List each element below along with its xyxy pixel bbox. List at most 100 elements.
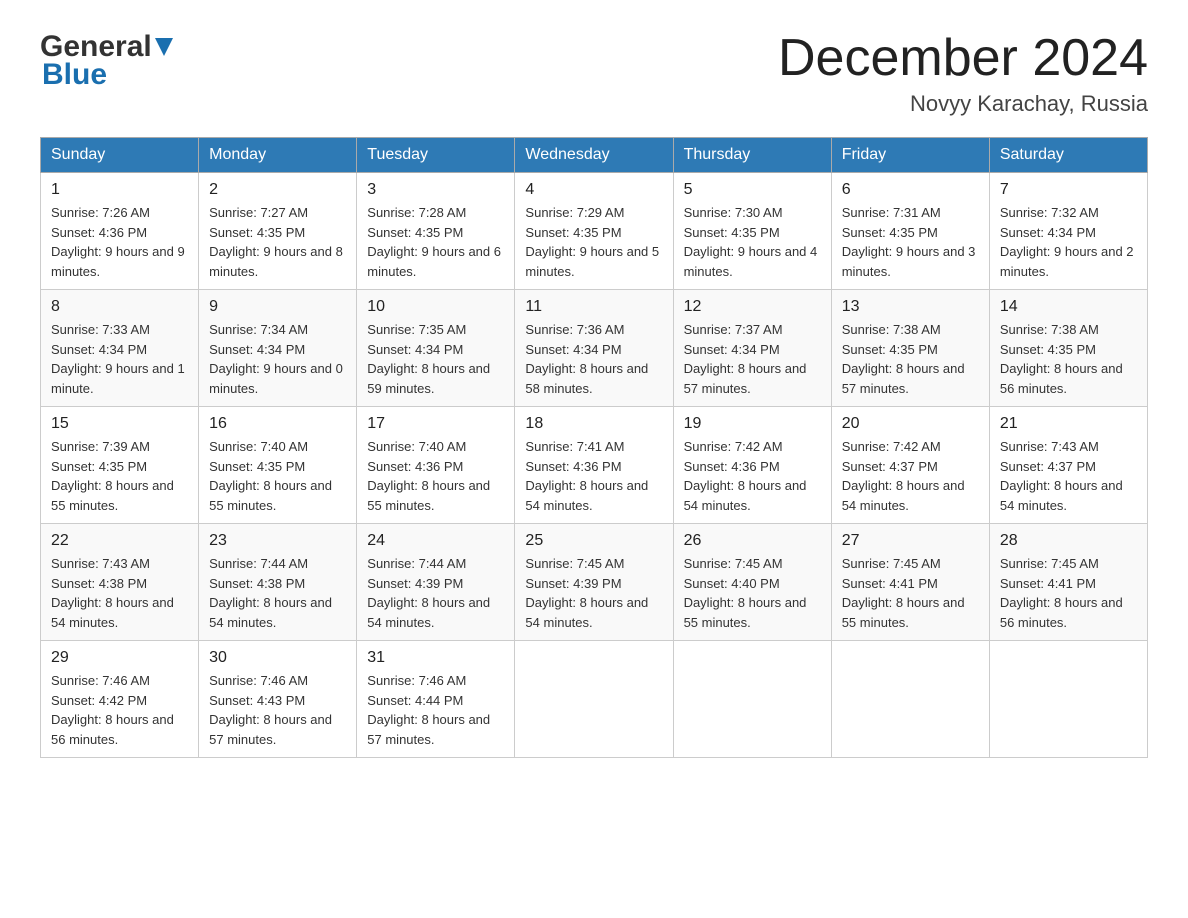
page-header: General Blue December 2024 Novyy Karacha… bbox=[40, 30, 1148, 117]
calendar-day-cell: 8 Sunrise: 7:33 AMSunset: 4:34 PMDayligh… bbox=[41, 290, 199, 407]
day-number: 27 bbox=[842, 532, 979, 550]
weekday-header-monday: Monday bbox=[199, 138, 357, 173]
day-info: Sunrise: 7:27 AMSunset: 4:35 PMDaylight:… bbox=[209, 203, 346, 281]
calendar-day-cell: 17 Sunrise: 7:40 AMSunset: 4:36 PMDaylig… bbox=[357, 407, 515, 524]
day-info: Sunrise: 7:28 AMSunset: 4:35 PMDaylight:… bbox=[367, 203, 504, 281]
calendar-day-cell: 2 Sunrise: 7:27 AMSunset: 4:35 PMDayligh… bbox=[199, 173, 357, 290]
calendar-day-cell: 24 Sunrise: 7:44 AMSunset: 4:39 PMDaylig… bbox=[357, 524, 515, 641]
day-number: 25 bbox=[525, 532, 662, 550]
day-info: Sunrise: 7:34 AMSunset: 4:34 PMDaylight:… bbox=[209, 320, 346, 398]
day-info: Sunrise: 7:46 AMSunset: 4:44 PMDaylight:… bbox=[367, 671, 504, 749]
day-number: 6 bbox=[842, 181, 979, 199]
day-info: Sunrise: 7:31 AMSunset: 4:35 PMDaylight:… bbox=[842, 203, 979, 281]
day-info: Sunrise: 7:46 AMSunset: 4:43 PMDaylight:… bbox=[209, 671, 346, 749]
day-number: 12 bbox=[684, 298, 821, 316]
calendar-table: SundayMondayTuesdayWednesdayThursdayFrid… bbox=[40, 137, 1148, 758]
title-section: December 2024 Novyy Karachay, Russia bbox=[778, 30, 1148, 117]
day-number: 11 bbox=[525, 298, 662, 316]
day-info: Sunrise: 7:30 AMSunset: 4:35 PMDaylight:… bbox=[684, 203, 821, 281]
calendar-day-cell: 5 Sunrise: 7:30 AMSunset: 4:35 PMDayligh… bbox=[673, 173, 831, 290]
weekday-header-sunday: Sunday bbox=[41, 138, 199, 173]
weekday-header-tuesday: Tuesday bbox=[357, 138, 515, 173]
calendar-day-cell: 29 Sunrise: 7:46 AMSunset: 4:42 PMDaylig… bbox=[41, 641, 199, 758]
day-number: 23 bbox=[209, 532, 346, 550]
calendar-day-cell: 15 Sunrise: 7:39 AMSunset: 4:35 PMDaylig… bbox=[41, 407, 199, 524]
day-number: 3 bbox=[367, 181, 504, 199]
day-info: Sunrise: 7:40 AMSunset: 4:36 PMDaylight:… bbox=[367, 437, 504, 515]
calendar-day-cell: 13 Sunrise: 7:38 AMSunset: 4:35 PMDaylig… bbox=[831, 290, 989, 407]
day-number: 7 bbox=[1000, 181, 1137, 199]
day-number: 16 bbox=[209, 415, 346, 433]
calendar-empty-cell bbox=[989, 641, 1147, 758]
day-number: 17 bbox=[367, 415, 504, 433]
day-info: Sunrise: 7:33 AMSunset: 4:34 PMDaylight:… bbox=[51, 320, 188, 398]
day-info: Sunrise: 7:35 AMSunset: 4:34 PMDaylight:… bbox=[367, 320, 504, 398]
day-info: Sunrise: 7:43 AMSunset: 4:38 PMDaylight:… bbox=[51, 554, 188, 632]
calendar-day-cell: 23 Sunrise: 7:44 AMSunset: 4:38 PMDaylig… bbox=[199, 524, 357, 641]
calendar-day-cell: 19 Sunrise: 7:42 AMSunset: 4:36 PMDaylig… bbox=[673, 407, 831, 524]
day-number: 15 bbox=[51, 415, 188, 433]
calendar-week-row: 22 Sunrise: 7:43 AMSunset: 4:38 PMDaylig… bbox=[41, 524, 1148, 641]
day-number: 21 bbox=[1000, 415, 1137, 433]
month-year-title: December 2024 bbox=[778, 30, 1148, 87]
day-info: Sunrise: 7:38 AMSunset: 4:35 PMDaylight:… bbox=[842, 320, 979, 398]
day-info: Sunrise: 7:32 AMSunset: 4:34 PMDaylight:… bbox=[1000, 203, 1137, 281]
calendar-day-cell: 20 Sunrise: 7:42 AMSunset: 4:37 PMDaylig… bbox=[831, 407, 989, 524]
day-info: Sunrise: 7:42 AMSunset: 4:37 PMDaylight:… bbox=[842, 437, 979, 515]
calendar-day-cell: 21 Sunrise: 7:43 AMSunset: 4:37 PMDaylig… bbox=[989, 407, 1147, 524]
calendar-day-cell: 16 Sunrise: 7:40 AMSunset: 4:35 PMDaylig… bbox=[199, 407, 357, 524]
day-number: 26 bbox=[684, 532, 821, 550]
calendar-day-cell: 6 Sunrise: 7:31 AMSunset: 4:35 PMDayligh… bbox=[831, 173, 989, 290]
calendar-day-cell: 31 Sunrise: 7:46 AMSunset: 4:44 PMDaylig… bbox=[357, 641, 515, 758]
day-number: 22 bbox=[51, 532, 188, 550]
day-info: Sunrise: 7:39 AMSunset: 4:35 PMDaylight:… bbox=[51, 437, 188, 515]
weekday-header-friday: Friday bbox=[831, 138, 989, 173]
day-number: 30 bbox=[209, 649, 346, 667]
day-number: 28 bbox=[1000, 532, 1137, 550]
day-info: Sunrise: 7:45 AMSunset: 4:41 PMDaylight:… bbox=[842, 554, 979, 632]
day-info: Sunrise: 7:38 AMSunset: 4:35 PMDaylight:… bbox=[1000, 320, 1137, 398]
calendar-week-row: 15 Sunrise: 7:39 AMSunset: 4:35 PMDaylig… bbox=[41, 407, 1148, 524]
calendar-day-cell: 27 Sunrise: 7:45 AMSunset: 4:41 PMDaylig… bbox=[831, 524, 989, 641]
calendar-day-cell: 22 Sunrise: 7:43 AMSunset: 4:38 PMDaylig… bbox=[41, 524, 199, 641]
logo: General Blue bbox=[40, 30, 173, 90]
location-subtitle: Novyy Karachay, Russia bbox=[778, 91, 1148, 117]
day-info: Sunrise: 7:44 AMSunset: 4:38 PMDaylight:… bbox=[209, 554, 346, 632]
calendar-day-cell: 14 Sunrise: 7:38 AMSunset: 4:35 PMDaylig… bbox=[989, 290, 1147, 407]
day-number: 24 bbox=[367, 532, 504, 550]
day-info: Sunrise: 7:43 AMSunset: 4:37 PMDaylight:… bbox=[1000, 437, 1137, 515]
day-number: 14 bbox=[1000, 298, 1137, 316]
day-info: Sunrise: 7:40 AMSunset: 4:35 PMDaylight:… bbox=[209, 437, 346, 515]
calendar-empty-cell bbox=[831, 641, 989, 758]
day-number: 1 bbox=[51, 181, 188, 199]
day-info: Sunrise: 7:37 AMSunset: 4:34 PMDaylight:… bbox=[684, 320, 821, 398]
calendar-day-cell: 26 Sunrise: 7:45 AMSunset: 4:40 PMDaylig… bbox=[673, 524, 831, 641]
day-number: 2 bbox=[209, 181, 346, 199]
day-number: 18 bbox=[525, 415, 662, 433]
logo-triangle-icon bbox=[155, 38, 173, 61]
weekday-header-row: SundayMondayTuesdayWednesdayThursdayFrid… bbox=[41, 138, 1148, 173]
calendar-day-cell: 25 Sunrise: 7:45 AMSunset: 4:39 PMDaylig… bbox=[515, 524, 673, 641]
calendar-day-cell: 4 Sunrise: 7:29 AMSunset: 4:35 PMDayligh… bbox=[515, 173, 673, 290]
day-number: 13 bbox=[842, 298, 979, 316]
day-info: Sunrise: 7:44 AMSunset: 4:39 PMDaylight:… bbox=[367, 554, 504, 632]
calendar-day-cell: 9 Sunrise: 7:34 AMSunset: 4:34 PMDayligh… bbox=[199, 290, 357, 407]
day-number: 9 bbox=[209, 298, 346, 316]
weekday-header-thursday: Thursday bbox=[673, 138, 831, 173]
day-info: Sunrise: 7:46 AMSunset: 4:42 PMDaylight:… bbox=[51, 671, 188, 749]
day-number: 8 bbox=[51, 298, 188, 316]
calendar-day-cell: 7 Sunrise: 7:32 AMSunset: 4:34 PMDayligh… bbox=[989, 173, 1147, 290]
day-info: Sunrise: 7:45 AMSunset: 4:40 PMDaylight:… bbox=[684, 554, 821, 632]
day-number: 19 bbox=[684, 415, 821, 433]
day-info: Sunrise: 7:45 AMSunset: 4:41 PMDaylight:… bbox=[1000, 554, 1137, 632]
calendar-day-cell: 11 Sunrise: 7:36 AMSunset: 4:34 PMDaylig… bbox=[515, 290, 673, 407]
calendar-empty-cell bbox=[673, 641, 831, 758]
day-info: Sunrise: 7:42 AMSunset: 4:36 PMDaylight:… bbox=[684, 437, 821, 515]
logo-blue-text: Blue bbox=[42, 60, 107, 90]
day-info: Sunrise: 7:45 AMSunset: 4:39 PMDaylight:… bbox=[525, 554, 662, 632]
day-number: 20 bbox=[842, 415, 979, 433]
calendar-day-cell: 28 Sunrise: 7:45 AMSunset: 4:41 PMDaylig… bbox=[989, 524, 1147, 641]
day-info: Sunrise: 7:36 AMSunset: 4:34 PMDaylight:… bbox=[525, 320, 662, 398]
day-info: Sunrise: 7:41 AMSunset: 4:36 PMDaylight:… bbox=[525, 437, 662, 515]
day-number: 29 bbox=[51, 649, 188, 667]
